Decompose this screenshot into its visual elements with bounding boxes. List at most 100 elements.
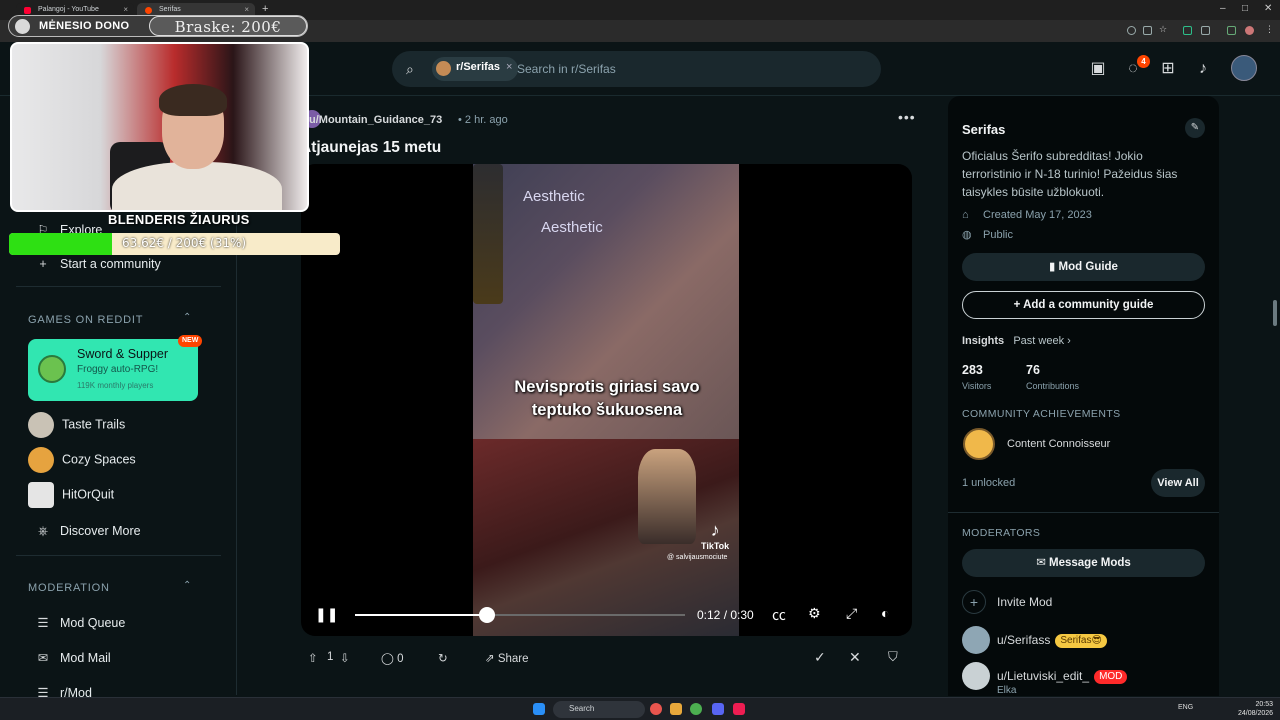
maximize-button[interactable]: □ bbox=[1242, 3, 1248, 14]
share-button[interactable]: ⇗ Share bbox=[485, 651, 529, 665]
menu-icon[interactable]: ⋮ bbox=[1265, 24, 1274, 34]
video-watermark: Aesthetic bbox=[523, 188, 585, 205]
video-player[interactable]: Aesthetic Aesthetic Nevisprotis giriasi … bbox=[301, 164, 912, 636]
achievement-name: Content Connoisseur bbox=[1007, 438, 1111, 450]
add-community-guide-button[interactable]: + Add a community guide bbox=[962, 291, 1205, 319]
downvote-button[interactable]: ⇩ bbox=[340, 651, 350, 665]
featured-game-card[interactable]: Sword & Supper Froggy auto-RPG! 119K mon… bbox=[28, 335, 203, 401]
language-indicator[interactable]: ENG bbox=[1178, 704, 1193, 711]
sidebar-item-cozy-spaces[interactable]: Cozy Spaces bbox=[28, 447, 136, 473]
user-avatar[interactable] bbox=[1231, 55, 1257, 81]
new-tab-button[interactable]: + bbox=[262, 3, 268, 15]
discord-icon[interactable] bbox=[712, 703, 724, 715]
close-icon[interactable]: × bbox=[244, 5, 249, 14]
search-bar[interactable]: ⌕ r/Serifas × Search in r/Serifas bbox=[392, 51, 881, 87]
advertise-icon[interactable]: ▣ bbox=[1088, 59, 1108, 79]
post-title[interactable]: Atjaunejas 15 metu bbox=[300, 139, 441, 157]
star-icon[interactable]: ☆ bbox=[1159, 24, 1168, 34]
download-icon[interactable] bbox=[1227, 26, 1236, 35]
tiktok-icon: ♪ bbox=[710, 520, 720, 540]
mod-shield-icon[interactable]: ⛉ bbox=[888, 649, 898, 665]
captions-icon[interactable]: ㏄ bbox=[772, 605, 786, 625]
moderator-name[interactable]: u/Lietuviski_edit_ bbox=[997, 669, 1089, 683]
sidebar-item-mod-queue[interactable]: ☰ Mod Queue bbox=[34, 615, 125, 630]
close-icon[interactable]: × bbox=[506, 61, 512, 73]
search-input[interactable]: Search in r/Serifas bbox=[517, 62, 616, 76]
pause-icon[interactable]: ❚❚ bbox=[315, 606, 338, 623]
chevron-up-icon[interactable]: ⌃ bbox=[183, 580, 191, 591]
comment-count: 0 bbox=[397, 653, 404, 665]
cozy-spaces-icon bbox=[28, 447, 54, 473]
extensions-puzzle-icon[interactable] bbox=[1201, 26, 1210, 35]
remove-icon[interactable]: ✕ bbox=[849, 649, 861, 666]
clock-time: 20:53 bbox=[1255, 701, 1274, 708]
chrome-icon[interactable] bbox=[690, 703, 702, 715]
games-section-heading[interactable]: GAMES ON REDDIT bbox=[28, 314, 143, 326]
crosspost-icon[interactable]: ↻ bbox=[438, 651, 448, 665]
extension-icon[interactable] bbox=[1183, 26, 1192, 35]
post-author[interactable]: u/Mountain_Guidance_73 bbox=[309, 114, 442, 126]
insights-header[interactable]: Insights Past week › bbox=[962, 335, 1071, 347]
achievements-unlocked: 1 unlocked bbox=[962, 477, 1016, 489]
insights-period[interactable]: Past week › bbox=[1013, 335, 1070, 347]
user-flair: Serifas😎 bbox=[1055, 634, 1107, 648]
person-hair-image bbox=[159, 84, 227, 116]
taskbar-clock[interactable]: 20:53 24/08/2026 bbox=[1238, 700, 1273, 718]
video-time: 0:12 / 0:30 bbox=[697, 608, 754, 622]
webcam-overlay bbox=[10, 42, 309, 212]
sidebar-item-discover-more[interactable]: ⎈ Discover More bbox=[34, 524, 141, 539]
moderator-row[interactable]: u/Serifass Serifas😎 bbox=[962, 626, 1205, 656]
app-icon[interactable] bbox=[650, 703, 662, 715]
cast-icon[interactable] bbox=[1143, 26, 1152, 35]
mod-guide-button[interactable]: ▮ Mod Guide bbox=[962, 253, 1205, 281]
tab-label: Serifas bbox=[159, 6, 181, 13]
tiktok-app-icon[interactable] bbox=[733, 703, 745, 715]
upvote-button[interactable]: ⇧ bbox=[308, 651, 318, 665]
volume-icon[interactable]: ◐ bbox=[881, 605, 889, 621]
minimize-button[interactable]: – bbox=[1220, 3, 1226, 14]
video-progress-handle[interactable] bbox=[479, 607, 495, 623]
chevron-up-icon[interactable]: ⌃ bbox=[183, 312, 191, 323]
share-label: Share bbox=[497, 653, 529, 665]
post-more-button[interactable]: ••• bbox=[898, 109, 916, 125]
page-scrollbar[interactable] bbox=[1273, 300, 1277, 326]
moderator-name[interactable]: u/Serifass bbox=[997, 633, 1050, 647]
plus-icon: + bbox=[39, 257, 47, 271]
sidebar-item-mod-mail[interactable]: ✉ Mod Mail bbox=[34, 650, 111, 665]
create-post-icon[interactable]: ⊞ bbox=[1158, 59, 1178, 79]
folder-icon[interactable] bbox=[670, 703, 682, 715]
sidebar-item-start-community[interactable]: + Start a community bbox=[34, 257, 160, 271]
clock-date: 24/08/2026 bbox=[1238, 710, 1274, 717]
user-flair: MOD bbox=[1094, 670, 1128, 684]
taskbar-search[interactable]: Search bbox=[553, 701, 645, 718]
approve-icon[interactable]: ✓ bbox=[814, 649, 826, 666]
subreddit-search-chip[interactable]: r/Serifas × bbox=[432, 57, 519, 81]
fullscreen-icon[interactable]: ⤢ bbox=[846, 605, 857, 622]
comments-button[interactable]: ◯ 0 bbox=[381, 651, 403, 665]
windows-taskbar: Search ENG 20:53 24/08/2026 bbox=[0, 697, 1280, 720]
close-window-button[interactable]: ✕ bbox=[1264, 3, 1272, 14]
message-mods-button[interactable]: ✉ Message Mods bbox=[962, 549, 1205, 577]
share-icon: ⇗ bbox=[485, 653, 498, 665]
sidebar-item-label: Mod Queue bbox=[60, 616, 126, 630]
edit-icon[interactable]: ✎ bbox=[1185, 118, 1205, 138]
visitors-value: 283 bbox=[962, 363, 983, 377]
sidebar-item-hitorquit[interactable]: HitOrQuit bbox=[28, 482, 114, 508]
invite-mod-button[interactable]: + Invite Mod bbox=[962, 590, 1205, 614]
sidebar-item-taste-trails[interactable]: Taste Trails bbox=[28, 412, 125, 438]
moderator-row[interactable]: u/Lietuviski_edit_ MOD Elka bbox=[962, 662, 1205, 696]
notifications-icon[interactable]: ♪ bbox=[1193, 59, 1213, 79]
contributions-value: 76 bbox=[1026, 363, 1040, 377]
view-all-button[interactable]: View All bbox=[1151, 469, 1205, 497]
achievement-badge-icon[interactable] bbox=[963, 428, 995, 460]
mod-mail-icon: ✉ bbox=[37, 651, 49, 665]
settings-icon[interactable]: ⚙ bbox=[808, 605, 821, 622]
search-icon[interactable] bbox=[1127, 26, 1136, 35]
button-label: Message Mods bbox=[1049, 557, 1131, 569]
windows-start-icon[interactable] bbox=[533, 703, 545, 715]
moderation-section-heading[interactable]: MODERATION bbox=[28, 582, 110, 594]
profile-avatar-icon[interactable] bbox=[1245, 26, 1254, 35]
featured-game-subtitle: Froggy auto-RPG! bbox=[77, 364, 159, 375]
close-icon[interactable]: × bbox=[123, 5, 128, 14]
youtube-icon bbox=[24, 7, 31, 14]
